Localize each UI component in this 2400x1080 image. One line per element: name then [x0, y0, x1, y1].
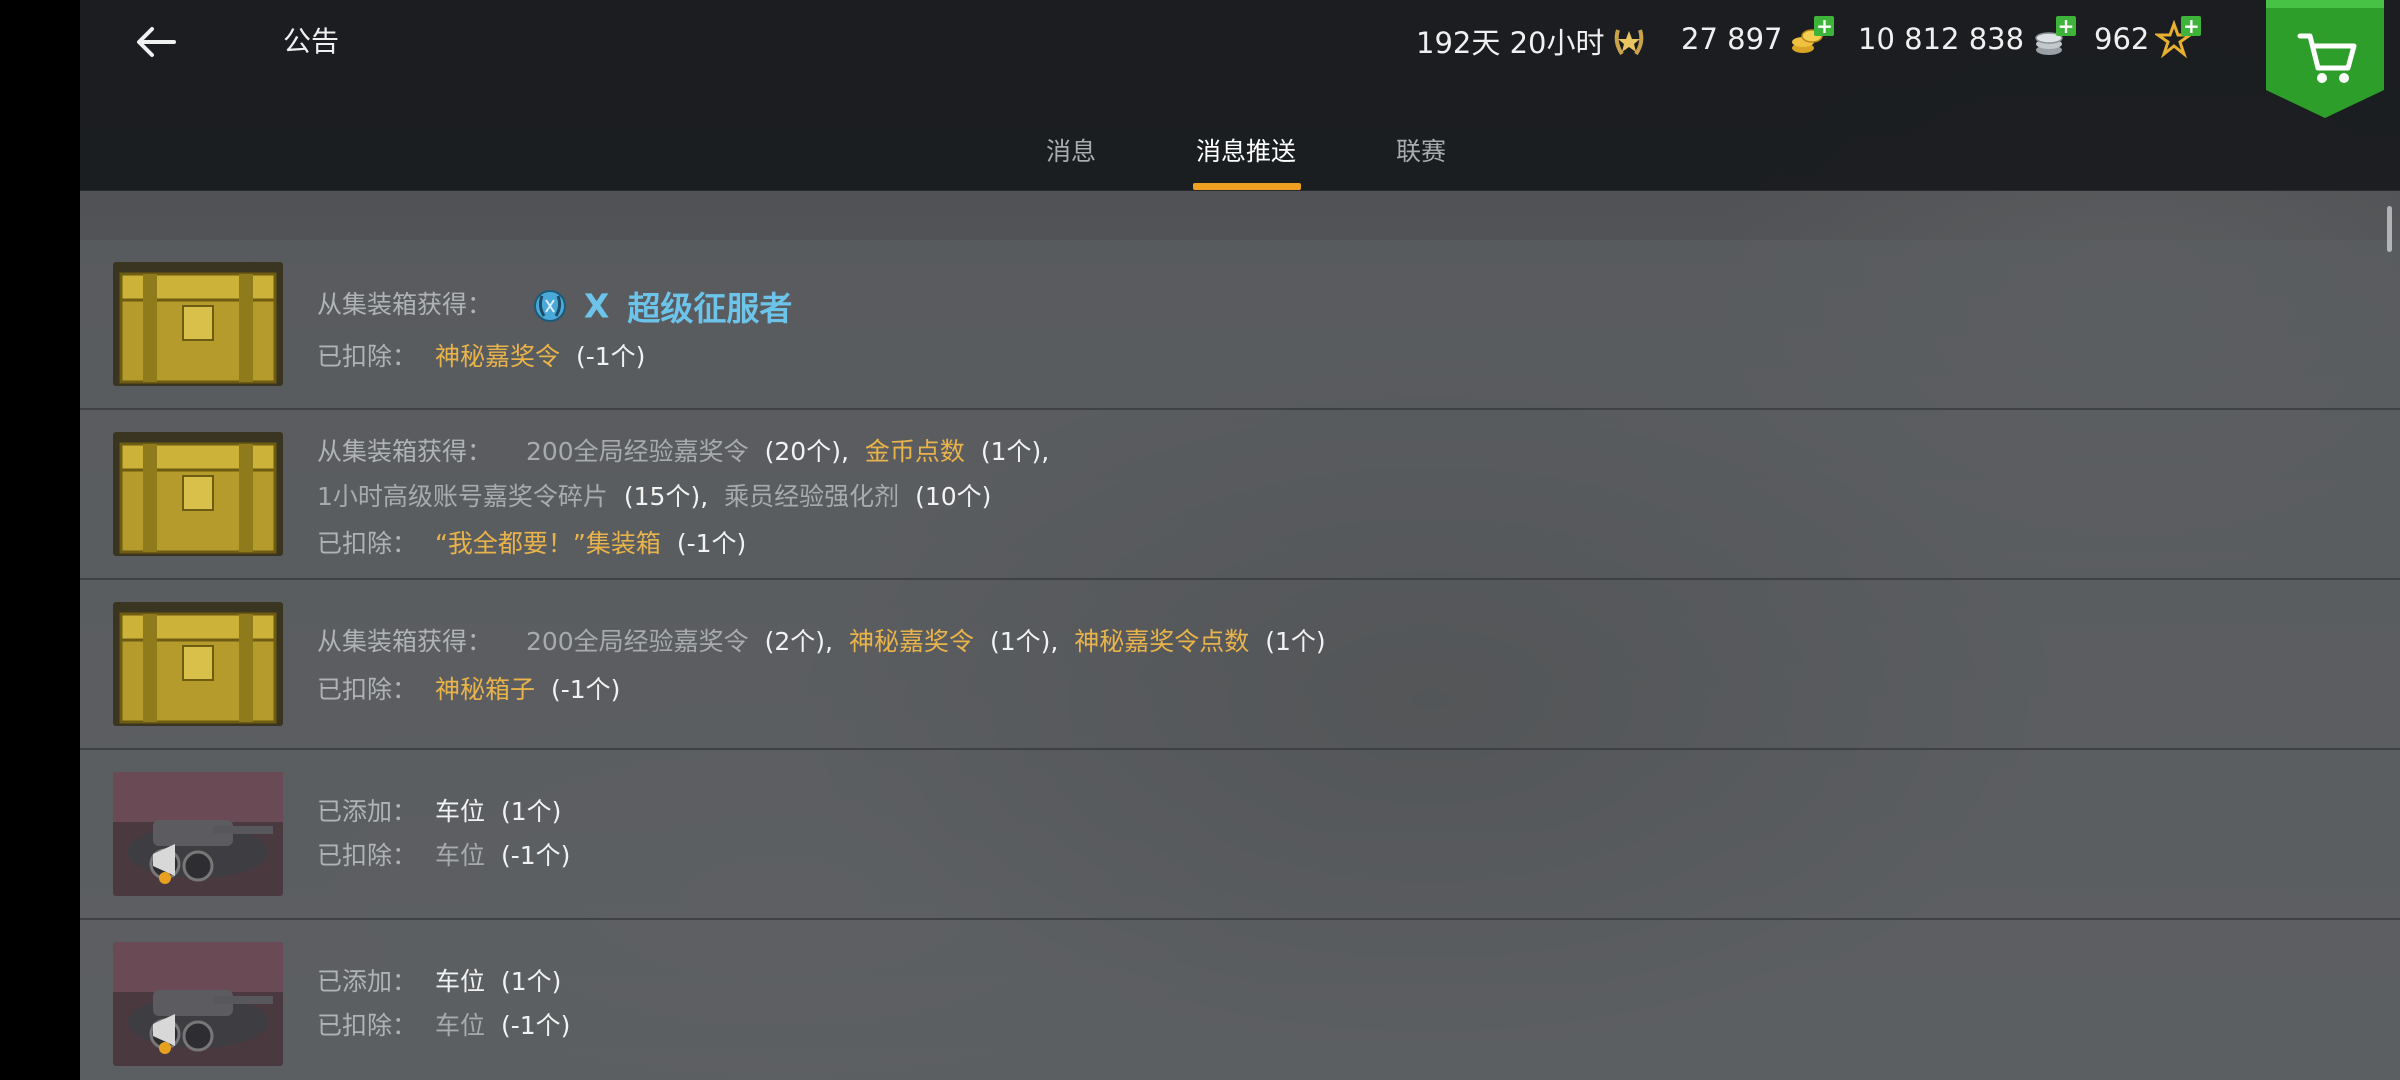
message-line: 1小时高级账号嘉奖令碎片 (15个), 乘员经验强化剂 (10个) [317, 477, 991, 513]
gold-container-icon [113, 602, 283, 726]
item-name: 车位 [434, 967, 485, 996]
item-name: 神秘箱子 [434, 675, 535, 704]
line-label: 已扣除： [317, 841, 418, 870]
active-tab-indicator [1193, 183, 1301, 190]
item-name: 1小时高级账号嘉奖令碎片 [317, 482, 608, 511]
add-gold-button[interactable]: + [1814, 16, 1835, 36]
item-count: (1个) [500, 967, 562, 996]
tab-messages[interactable]: 消息 [1046, 132, 1096, 168]
message-list[interactable]: 从集装箱获得： X 超级征服者 已扣除： 神秘嘉奖令 (-1个) 从集装箱获得：… [80, 190, 2400, 1080]
gold-coins-icon: + [1788, 16, 1835, 58]
add-free-xp-button[interactable]: + [2181, 16, 2202, 36]
item-name: 200全局经验嘉奖令 [525, 437, 749, 466]
tab-league[interactable]: 联赛 [1396, 132, 1446, 168]
tab-bar: 消息 消息推送 联赛 [80, 128, 2400, 190]
line-label: 已扣除： [317, 342, 418, 371]
line-label: 已添加： [317, 797, 418, 826]
rank-tier: X [583, 286, 610, 326]
item-count: (2个), [764, 627, 834, 656]
item-count: (20个), [764, 437, 849, 466]
item-count: (-1个) [500, 841, 571, 870]
silver-credits-icon: + [2030, 16, 2077, 58]
line-label: 已扣除： [317, 675, 418, 704]
rank-laurel-badge-icon [533, 290, 566, 322]
item-count: (1个), [989, 627, 1059, 656]
item-count: (1个) [1265, 627, 1326, 656]
item-name: 乘员经验强化剂 [724, 482, 900, 511]
message-row[interactable]: 从集装箱获得： 200全局经验嘉奖令 (20个), 金币点数 (1个), 1小时… [80, 410, 2400, 580]
item-count: (1个) [500, 797, 562, 826]
garage-slot-tank-icon [113, 772, 283, 896]
gold-value: 27 897 [1681, 22, 1783, 56]
item-name: 金币点数 [864, 437, 965, 466]
line-label: 已扣除： [317, 1011, 418, 1040]
item-name: 车位 [434, 841, 485, 870]
message-row[interactable]: 从集装箱获得： X 超级征服者 已扣除： 神秘嘉奖令 (-1个) [80, 240, 2400, 410]
line-label: 从集装箱获得： [317, 437, 493, 466]
message-line: 已扣除： 车位 (-1个) [317, 836, 570, 872]
item-name: “我全都要！”集装箱 [434, 529, 661, 558]
credits-value: 10 812 838 [1858, 22, 2025, 56]
garage-slot-tank-icon [113, 942, 283, 1066]
gold-balance[interactable]: 27 897 + [1681, 16, 1835, 58]
message-line: 已扣除： 神秘箱子 (-1个) [317, 670, 620, 706]
message-line: 从集装箱获得： 200全局经验嘉奖令 (2个), 神秘嘉奖令 (1个), 神秘嘉… [317, 622, 1326, 658]
item-name: 神秘嘉奖令点数 [1074, 627, 1250, 656]
free-xp-value: 962 [2094, 22, 2150, 56]
item-count: (-1个) [676, 529, 747, 558]
arrow-left-icon [137, 27, 176, 57]
message-line: 从集装箱获得： 200全局经验嘉奖令 (20个), 金币点数 (1个), [317, 432, 1049, 468]
item-name: 车位 [434, 797, 485, 826]
premium-time[interactable]: 192天 20小时 [1416, 20, 1648, 62]
add-credits-button[interactable]: + [2056, 16, 2077, 36]
tab-push-notifications[interactable]: 消息推送 [1196, 132, 1296, 168]
free-xp-balance[interactable]: 962 + [2094, 16, 2202, 59]
message-row[interactable]: 从集装箱获得： 200全局经验嘉奖令 (2个), 神秘嘉奖令 (1个), 神秘嘉… [80, 580, 2400, 750]
message-row[interactable]: 已添加： 车位 (1个) 已扣除： 车位 (-1个) [80, 920, 2400, 1080]
shop-button[interactable] [2266, 0, 2384, 118]
message-row[interactable]: 已添加： 车位 (1个) 已扣除： 车位 (-1个) [80, 750, 2400, 920]
message-line: 从集装箱获得： X 超级征服者 [317, 282, 792, 330]
scrollbar-thumb[interactable] [2387, 206, 2392, 252]
premium-laurel-icon [1610, 22, 1648, 60]
gold-container-icon [113, 262, 283, 386]
top-bar: 公告 192天 20小时 27 897 + 10 812 838 + 962 +… [80, 0, 2400, 191]
item-count: (-1个) [550, 675, 621, 704]
item-name: 神秘嘉奖令 [848, 627, 974, 656]
line-label: 已扣除： [317, 529, 418, 558]
message-line: 已扣除： 神秘嘉奖令 (-1个) [317, 337, 645, 373]
message-line: 已添加： 车位 (1个) [317, 792, 561, 828]
item-name: 200全局经验嘉奖令 [525, 627, 749, 656]
item-count: (15个), [623, 482, 709, 511]
message-line: 已扣除： “我全都要！”集装箱 (-1个) [317, 524, 746, 560]
back-button[interactable] [128, 18, 188, 66]
line-label: 从集装箱获得： [317, 290, 493, 319]
premium-time-value: 192天 20小时 [1416, 26, 1605, 60]
gold-container-icon [113, 432, 283, 556]
item-count: (10个) [915, 482, 992, 511]
item-count: (-1个) [575, 342, 646, 371]
item-name: 神秘嘉奖令 [434, 342, 560, 371]
credits-balance[interactable]: 10 812 838 + [1858, 16, 2077, 58]
item-count: (1个), [980, 437, 1050, 466]
item-count: (-1个) [500, 1011, 571, 1040]
message-line: 已扣除： 车位 (-1个) [317, 1006, 570, 1042]
app-window: 从集装箱获得： X 超级征服者 已扣除： 神秘嘉奖令 (-1个) 从集装箱获得：… [80, 0, 2400, 1080]
rank-title: 超级征服者 [627, 289, 793, 328]
star-xp-icon: + [2153, 16, 2202, 59]
line-label: 已添加： [317, 967, 418, 996]
line-label: 从集装箱获得： [317, 627, 493, 656]
message-line: 已添加： 车位 (1个) [317, 962, 561, 998]
item-name: 车位 [434, 1011, 485, 1040]
page-title: 公告 [283, 25, 340, 58]
